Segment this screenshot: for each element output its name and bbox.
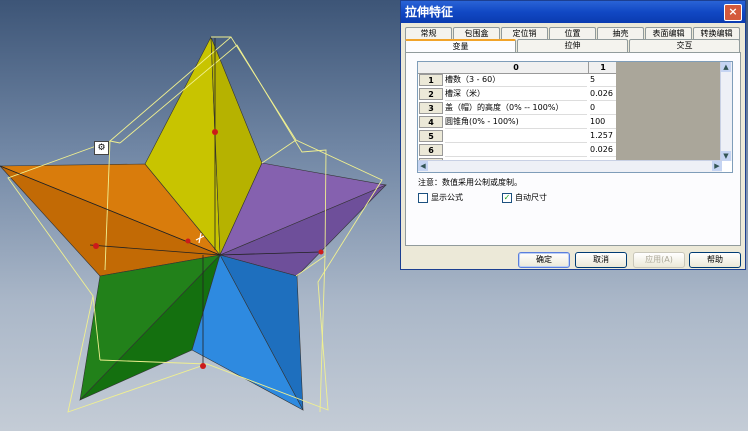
tab-row-2: 变量 拉伸 交互: [405, 39, 741, 52]
checkmark-icon[interactable]: ✓: [502, 192, 512, 203]
corner-header: [418, 62, 444, 74]
variable-name-cell[interactable]: [445, 143, 587, 157]
variable-name-cell[interactable]: 圆锥角(0% - 100%): [445, 115, 587, 129]
row-header[interactable]: 4: [419, 116, 443, 128]
variable-value-cell[interactable]: 0: [590, 101, 616, 115]
variable-value-cell[interactable]: 100: [590, 115, 616, 129]
apply-button[interactable]: 应用(A): [633, 252, 685, 268]
variables-grid[interactable]: 0 1 1 槽数（3 - 60） 5 2 槽深（米） 0.026 3 盖（帽）的…: [417, 61, 733, 173]
cancel-button[interactable]: 取消: [575, 252, 627, 268]
scroll-right-icon[interactable]: ▶: [712, 161, 722, 171]
show-formula-checkbox[interactable]: 显示公式: [418, 192, 463, 203]
auto-size-checkbox[interactable]: ✓ 自动尺寸: [502, 192, 547, 203]
vertical-scrollbar[interactable]: ▲ ▼: [720, 62, 732, 161]
variable-name-cell[interactable]: 槽数（3 - 60）: [445, 73, 587, 87]
help-button[interactable]: 帮助: [689, 252, 741, 268]
row-header[interactable]: 3: [419, 102, 443, 114]
dimension-handle-icon[interactable]: ⚙: [94, 141, 109, 155]
row-header[interactable]: 5: [419, 130, 443, 142]
variable-value-cell[interactable]: 0.026: [590, 87, 616, 101]
grid-empty-area: [616, 62, 722, 161]
horizontal-scrollbar[interactable]: ◀ ▶: [418, 160, 722, 172]
variable-name-cell[interactable]: 槽深（米）: [445, 87, 587, 101]
checkbox-unchecked[interactable]: [418, 192, 428, 203]
row-header[interactable]: 2: [419, 88, 443, 100]
variable-value-cell[interactable]: 0.026: [590, 143, 616, 157]
close-icon[interactable]: ×: [724, 4, 742, 21]
dialog-titlebar[interactable]: 拉伸特征 ×: [401, 1, 745, 23]
dialog-title: 拉伸特征: [405, 5, 454, 19]
tab-interaction[interactable]: 交互: [629, 39, 740, 52]
variable-name-cell[interactable]: [445, 129, 587, 143]
scroll-down-icon[interactable]: ▼: [721, 151, 731, 161]
units-note: 注意：数值采用公制或度制。: [418, 178, 522, 187]
scroll-left-icon[interactable]: ◀: [418, 161, 428, 171]
tab-variables[interactable]: 变量: [405, 39, 516, 52]
show-formula-label: 显示公式: [431, 193, 463, 202]
variable-value-cell[interactable]: 5: [590, 73, 616, 87]
row-header[interactable]: 1: [419, 74, 443, 86]
row-header[interactable]: 6: [419, 144, 443, 156]
extrude-feature-dialog: 拉伸特征 × 常规 包围盒 定位销 位置 抽壳 表面编辑 转换编辑 变量 拉伸 …: [400, 0, 746, 270]
ok-button[interactable]: 确定: [518, 252, 570, 268]
auto-size-label: 自动尺寸: [515, 193, 547, 202]
tab-extrude[interactable]: 拉伸: [517, 39, 628, 52]
variables-panel: 0 1 1 槽数（3 - 60） 5 2 槽深（米） 0.026 3 盖（帽）的…: [405, 52, 741, 246]
variable-value-cell[interactable]: 1.257: [590, 129, 616, 143]
variable-name-cell[interactable]: 盖（帽）的高度（0% -- 100%）: [445, 101, 587, 115]
scroll-up-icon[interactable]: ▲: [721, 62, 731, 72]
